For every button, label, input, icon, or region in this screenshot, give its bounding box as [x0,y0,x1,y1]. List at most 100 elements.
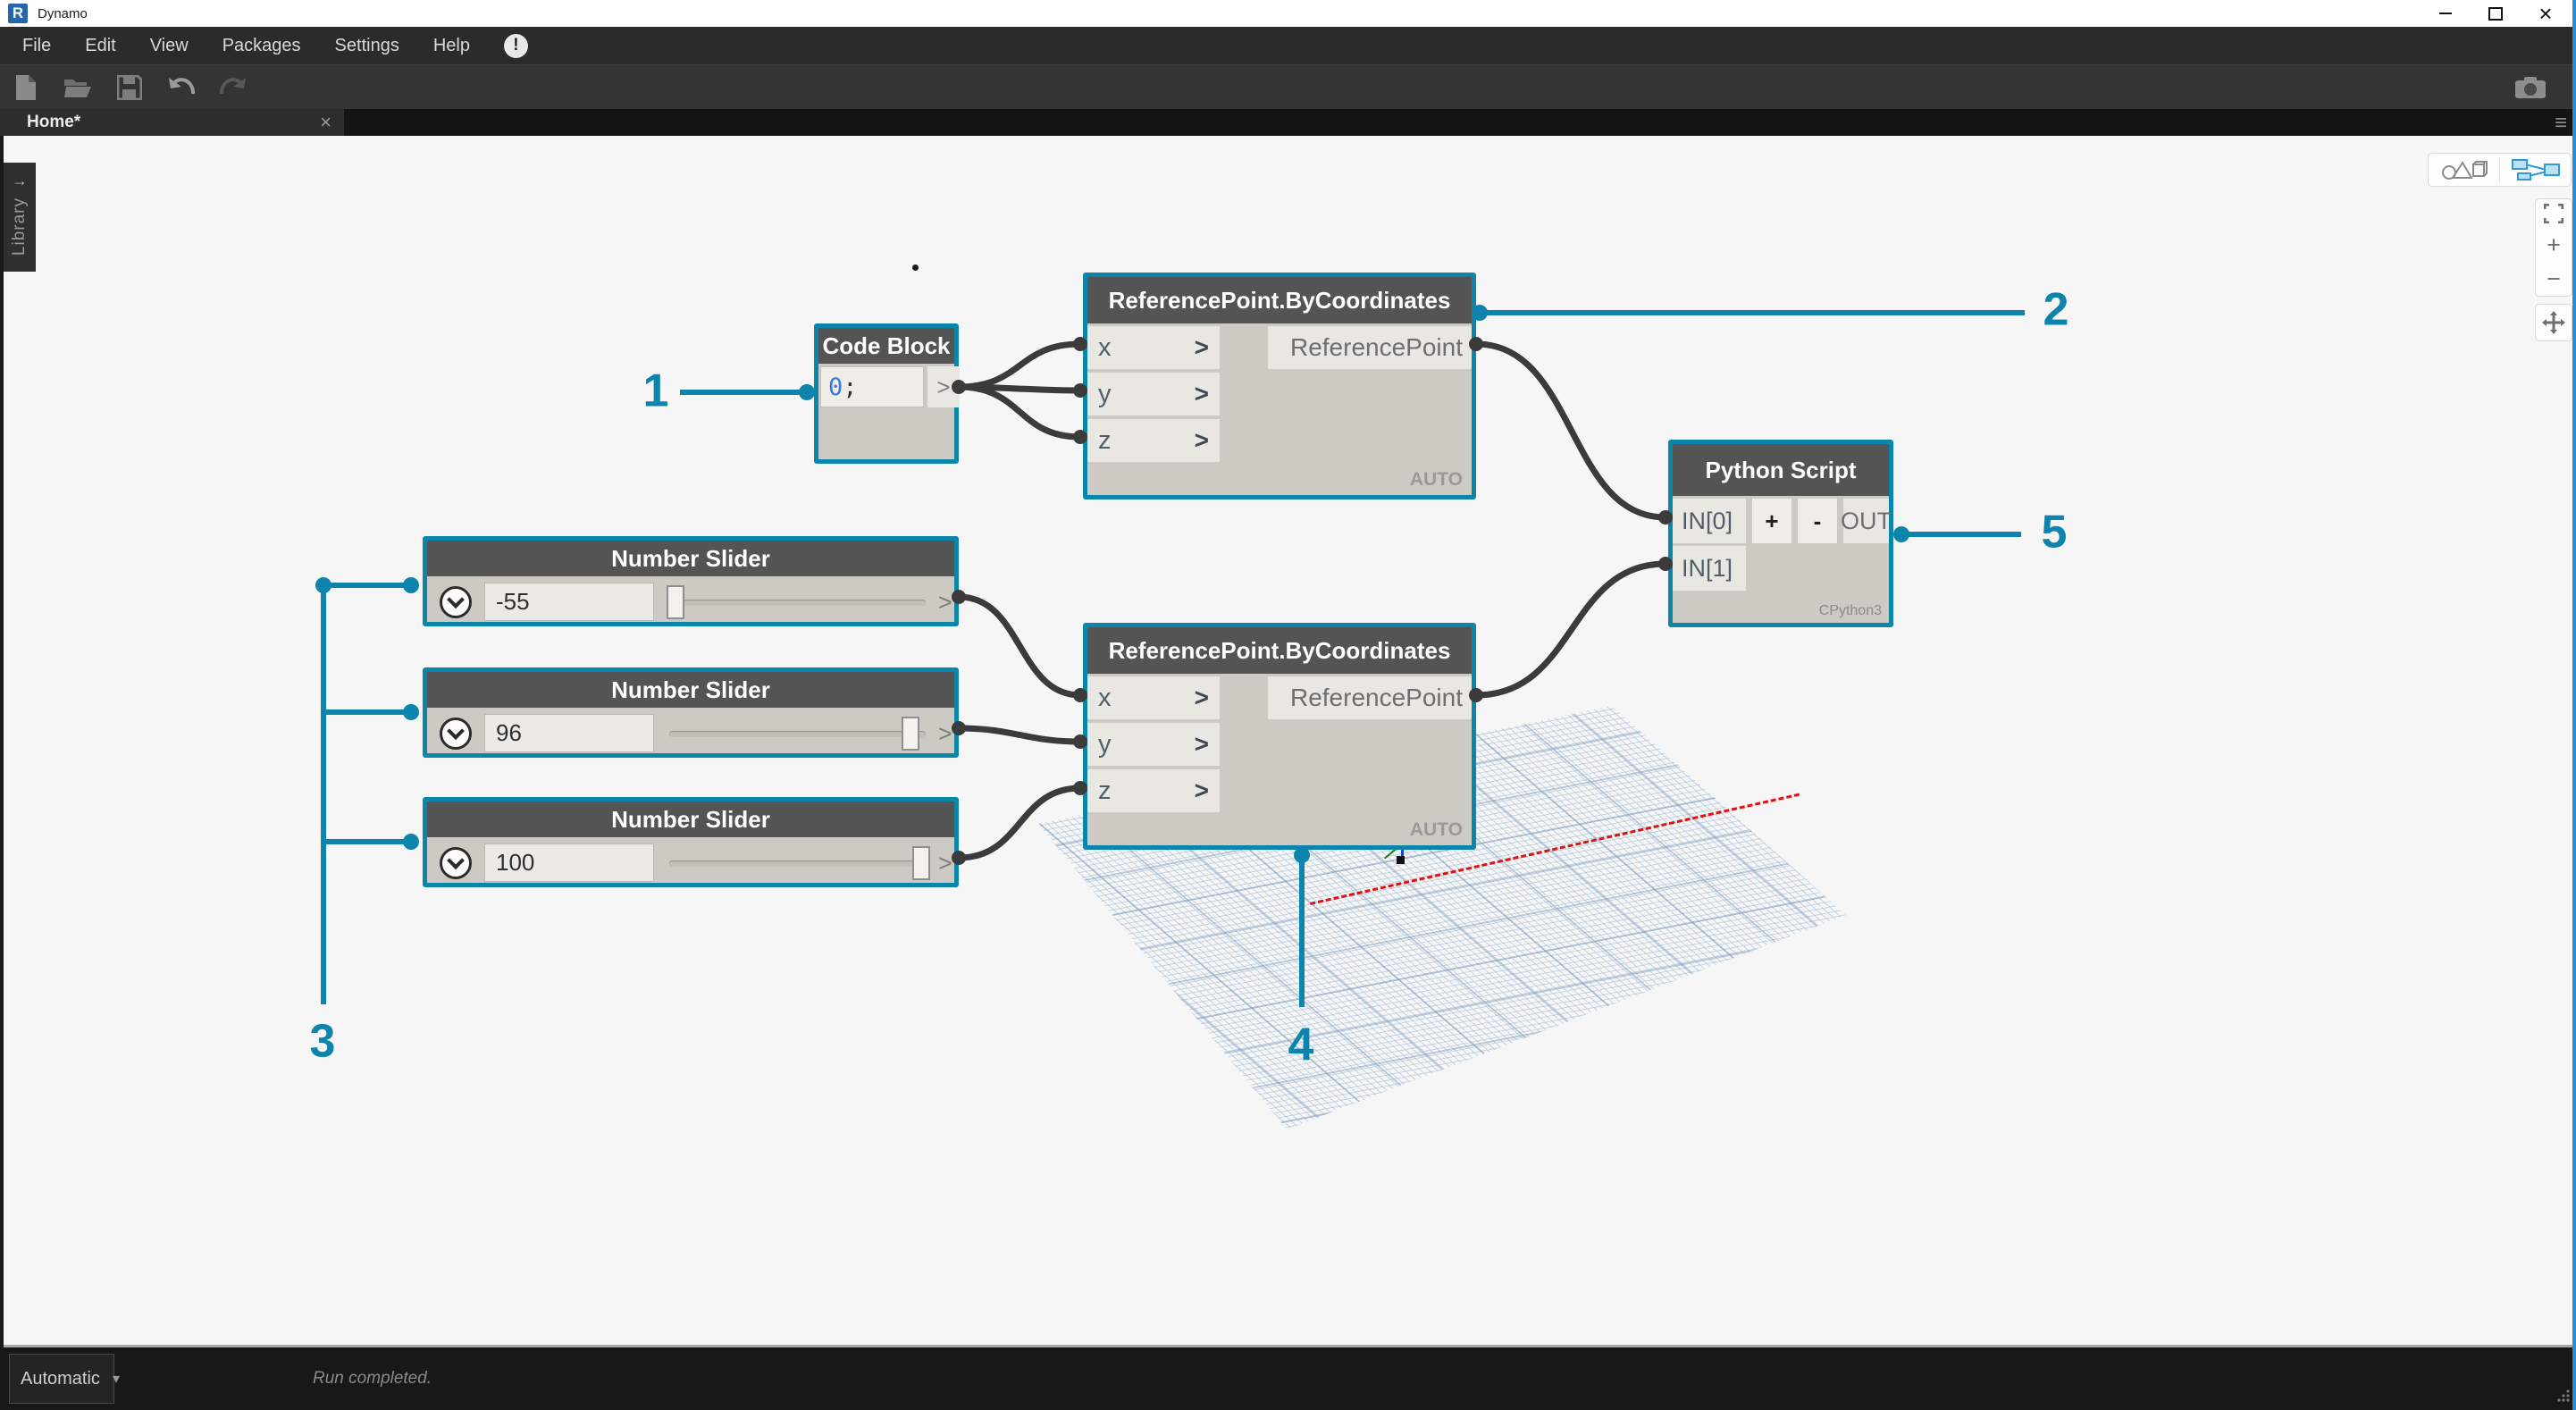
wire-codeblock-to-y[interactable] [955,383,1084,394]
python-remove-input-button[interactable]: - [1798,499,1837,543]
slider1-handle[interactable] [667,585,684,619]
wire-codeblock-to-z[interactable] [955,383,1084,441]
slider3-handle[interactable] [912,846,930,880]
minimize-button[interactable] [2421,0,2471,27]
undo-button[interactable] [155,68,207,107]
zoom-controls: + − [2535,198,2572,297]
run-status-text: Run completed. [313,1369,432,1388]
slider1-track[interactable] [667,585,926,619]
slider3-header[interactable]: Number Slider [427,802,954,837]
slider2-expander-button[interactable] [440,718,472,750]
run-mode-dropdown[interactable]: Automatic ▾ [9,1354,120,1404]
refpoint-a-port-z[interactable]: z > [1087,419,1220,462]
resize-grip[interactable] [2556,1389,2571,1407]
slider3-expander-button[interactable] [440,847,472,879]
chevron-right-icon: > [1194,380,1209,407]
python-port-in0[interactable]: IN[0] [1673,499,1746,543]
notifications-icon[interactable]: ! [503,33,528,58]
tab-close-icon[interactable]: × [320,113,331,132]
node-number-slider-2[interactable]: Number Slider 96 > [423,667,959,758]
refpoint-a-port-y[interactable]: y > [1087,373,1220,415]
window-accent-border [2572,0,2576,1410]
menu-packages[interactable]: Packages [222,36,301,56]
wire-refpointB-to-in1[interactable] [1473,560,1669,699]
output-label: ReferencePoint [1289,684,1463,711]
node-refpoint-b-title: ReferencePoint.ByCoordinates [1108,636,1451,664]
python-add-input-button[interactable]: + [1752,499,1791,543]
redo-button[interactable] [207,68,259,107]
node-refpoint-a[interactable]: ReferencePoint.ByCoordinates x > y > z > Re… [1083,273,1476,499]
refpoint-b-output-port[interactable]: ReferencePoint [1268,676,1472,719]
slider2-value-input[interactable]: 96 [484,714,654,752]
workspace-canvas[interactable]: → Library Code Block 0; > ReferencePoint… [0,136,2576,1347]
python-port-in1[interactable]: IN[1] [1673,546,1746,591]
menu-edit[interactable]: Edit [85,36,115,56]
code-block-editor[interactable]: 0; [820,366,924,407]
open-file-button[interactable] [52,68,104,107]
close-button[interactable]: × [2521,0,2571,27]
slider2-handle[interactable] [902,717,919,751]
node-refpoint-b-header[interactable]: ReferencePoint.ByCoordinates [1087,627,1472,674]
out-label: OUT [1841,507,1892,534]
node-number-slider-1[interactable]: Number Slider -55 > [423,536,959,626]
graph-view-button[interactable] [2500,154,2571,186]
port-z-label: z [1098,425,1112,455]
zoom-in-button[interactable]: + [2547,232,2561,257]
menu-help[interactable]: Help [433,36,470,56]
wire-refpointA-to-in0[interactable] [1473,340,1669,521]
annotation-5-line [1901,532,2021,537]
node-python-header[interactable]: Python Script [1673,444,1889,496]
slider3-value-input[interactable]: 100 [484,843,654,882]
node-code-block-header[interactable]: Code Block [818,328,954,364]
lacing-badge[interactable]: AUTO [1410,819,1463,841]
lacing-badge[interactable]: AUTO [1410,469,1463,491]
annotation-1: 1 [642,365,669,417]
annotation-1-line [680,390,805,395]
node-refpoint-a-title: ReferencePoint.ByCoordinates [1108,286,1451,314]
maximize-button[interactable] [2471,0,2521,27]
pan-button[interactable] [2535,304,2572,341]
code-block-output-port[interactable]: > [927,366,960,407]
refpoint-b-port-z[interactable]: z > [1087,769,1220,812]
menu-file[interactable]: File [22,36,51,56]
wire-slider1-to-x[interactable] [955,593,1084,699]
slider2-output-port[interactable]: > [938,720,952,748]
slider3-output-port[interactable]: > [938,850,952,877]
library-flyout-tab[interactable]: → Library [4,163,36,272]
node-code-block[interactable]: Code Block 0; > [814,323,960,464]
node-refpoint-b[interactable]: ReferencePoint.ByCoordinates x > y > z > Re… [1083,623,1476,850]
geometry-view-button[interactable] [2429,154,2499,186]
export-image-button[interactable] [2505,68,2556,107]
menu-settings[interactable]: Settings [335,36,399,56]
refpoint-a-output-port[interactable]: ReferencePoint [1268,326,1472,369]
refpoint-b-port-y[interactable]: y > [1087,723,1220,766]
annotation-4: 4 [1288,1019,1314,1071]
wire-codeblock-to-x[interactable] [955,340,1084,390]
slider2-header[interactable]: Number Slider [427,672,954,708]
save-button[interactable] [104,68,155,107]
fit-view-button[interactable] [2544,204,2563,224]
slider1-header[interactable]: Number Slider [427,541,954,576]
new-file-button[interactable] [0,68,52,107]
node-refpoint-a-header[interactable]: ReferencePoint.ByCoordinates [1087,277,1472,323]
tab-overflow-icon[interactable]: ≡ [2555,111,2567,136]
resize-grip-icon [2557,1389,2570,1402]
chevron-right-icon: > [1194,426,1209,454]
refpoint-a-port-x[interactable]: x > [1087,326,1220,369]
port-x-label: x [1098,332,1112,362]
slider3-track[interactable] [669,846,930,880]
slider1-expander-button[interactable] [440,586,472,618]
chevron-down-icon [447,852,465,870]
slider1-value-input[interactable]: -55 [484,583,654,621]
node-number-slider-3[interactable]: Number Slider 100 > [423,797,959,887]
slider1-output-port[interactable]: > [938,589,952,617]
slider2-track[interactable] [669,717,926,751]
node-python-script[interactable]: Python Script IN[0] IN[1] + - OUT CPytho… [1668,440,1893,627]
refpoint-b-port-x[interactable]: x > [1087,676,1220,719]
tab-home[interactable]: Home* × [0,109,344,136]
code-semicolon: ; [843,373,858,401]
python-out-port[interactable]: OUT [1841,499,1892,543]
wire-slider2-to-y[interactable] [955,725,1084,745]
menu-view[interactable]: View [150,36,189,56]
zoom-out-button[interactable]: − [2547,266,2561,291]
